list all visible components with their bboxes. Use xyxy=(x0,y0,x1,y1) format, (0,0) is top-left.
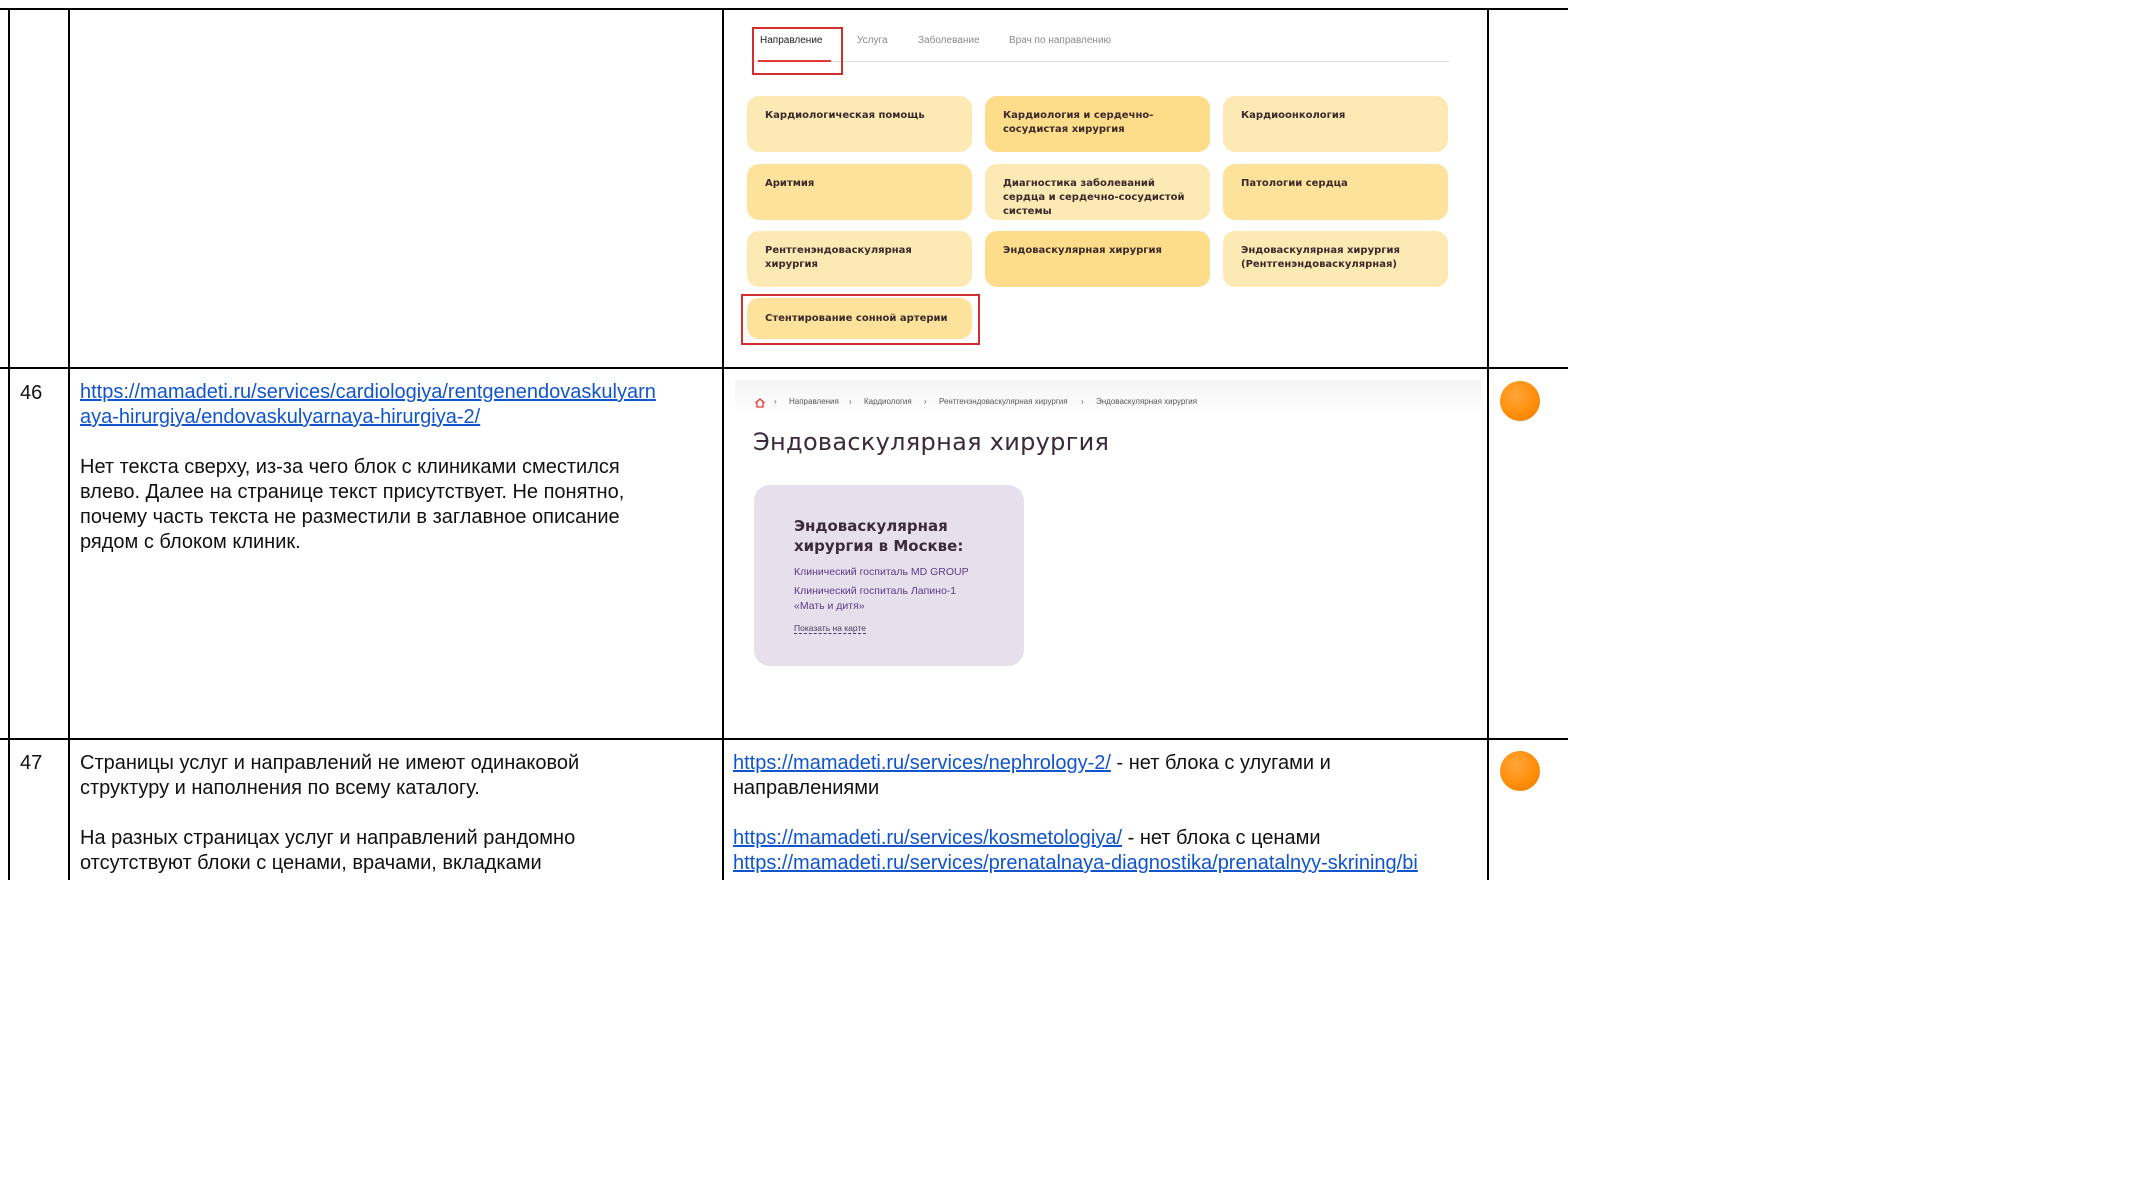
row-number: 47 xyxy=(20,752,43,774)
clinic-link[interactable]: Клинический госпиталь Лапино-1 «Мать и д… xyxy=(794,584,956,614)
breadcrumb-separator: › xyxy=(774,397,777,406)
example-link[interactable]: https://mamadeti.ru/services/prenatalnay… xyxy=(733,852,1418,874)
breadcrumb-separator: › xyxy=(1081,397,1084,406)
issue-link-line[interactable]: https://mamadeti.ru/services/cardiologiy… xyxy=(80,381,656,403)
issue-description: Нет текста сверху, из-за чего блок с кли… xyxy=(80,455,720,555)
example-links: https://mamadeti.ru/services/kosmetologi… xyxy=(733,826,1485,876)
description-line: Нет текста сверху, из-за чего блок с кли… xyxy=(80,456,620,478)
status-dot xyxy=(1500,381,1540,421)
tabs-underline xyxy=(752,61,1449,62)
example-note: - нет блока с улугами и xyxy=(1110,752,1331,774)
highlight-box-chip xyxy=(741,294,980,345)
tab-doctor[interactable]: Врач по направлению xyxy=(1009,35,1111,46)
chip-direction[interactable]: Эндоваскулярная хирургия (Рентгенэндовас… xyxy=(1223,231,1448,287)
issue-link[interactable]: https://mamadeti.ru/services/cardiologiy… xyxy=(80,380,720,430)
description-line: Страницы услуг и направлений не имеют од… xyxy=(80,752,580,774)
breadcrumb-separator: › xyxy=(849,397,852,406)
table-top-border xyxy=(0,8,1568,10)
example-note: направлениями xyxy=(733,777,880,799)
breadcrumb-item: Эндоваскулярная хирургия xyxy=(1096,397,1198,406)
example-link[interactable]: https://mamadeti.ru/services/nephrology-… xyxy=(733,752,1111,774)
description-line: влево. Далее на странице текст присутств… xyxy=(80,481,625,503)
breadcrumb-item[interactable]: Рентгенэндоваскулярная хирургия xyxy=(939,397,1068,406)
highlight-box-tab xyxy=(752,27,843,75)
chip-direction[interactable]: Аритмия xyxy=(747,164,972,220)
issue-description: Страницы услуг и направлений не имеют од… xyxy=(80,751,720,801)
breadcrumb-item[interactable]: Кардиология xyxy=(864,397,912,406)
clinic-link[interactable]: Клинический госпиталь MD GROUP xyxy=(794,565,969,580)
home-icon[interactable] xyxy=(754,397,766,409)
description-line: рядом с блоком клиник. xyxy=(80,531,301,553)
row-number: 46 xyxy=(20,382,43,404)
col-divider-1 xyxy=(8,8,10,880)
example-link[interactable]: https://mamadeti.ru/services/kosmetologi… xyxy=(733,827,1122,849)
description-line: На разных страницах услуг и направлений … xyxy=(80,827,576,849)
description-line: отсутствуют блоки с ценами, врачами, вкл… xyxy=(80,852,542,874)
chip-direction[interactable]: Эндоваскулярная хирургия xyxy=(985,231,1210,287)
issue-link-line[interactable]: aya-hirurgiya/endovaskulyarnaya-hirurgiy… xyxy=(80,406,480,428)
page-heading: Эндоваскулярная хирургия xyxy=(753,428,1110,456)
chip-direction[interactable]: Кардиологическая помощь xyxy=(747,96,972,152)
row-divider-47 xyxy=(0,738,1568,740)
issue-description: На разных страницах услуг и направлений … xyxy=(80,826,720,876)
description-line: почему часть текста не разместили в загл… xyxy=(80,506,620,528)
breadcrumb-separator: › xyxy=(924,397,927,406)
tab-disease[interactable]: Заболевание xyxy=(918,35,980,46)
chip-direction[interactable]: Кардиоонкология xyxy=(1223,96,1448,152)
description-line: структуру и наполнения по всему каталогу… xyxy=(80,777,480,799)
example-links: https://mamadeti.ru/services/nephrology-… xyxy=(733,751,1485,801)
example-note: - нет блока с ценами xyxy=(1122,827,1321,849)
breadcrumb-item[interactable]: Направления xyxy=(789,397,839,406)
chip-direction[interactable]: Рентгенэндоваскулярная хирургия xyxy=(747,231,972,287)
chip-direction[interactable]: Кардиология и сердечно-сосудистая хирург… xyxy=(985,96,1210,152)
chip-direction[interactable]: Диагностика заболеваний сердца и сердечн… xyxy=(985,164,1210,220)
col-divider-4 xyxy=(1487,8,1489,880)
col-divider-3 xyxy=(722,8,724,880)
show-on-map-link[interactable]: Показать на карте xyxy=(794,623,866,634)
col-divider-2 xyxy=(68,8,70,880)
row-divider-46 xyxy=(0,367,1568,369)
status-dot xyxy=(1500,751,1540,791)
tab-service[interactable]: Услуга xyxy=(857,35,888,46)
clinics-card-title: Эндоваскулярная хирургия в Москве: xyxy=(794,517,964,555)
chip-direction[interactable]: Патологии сердца xyxy=(1223,164,1448,220)
